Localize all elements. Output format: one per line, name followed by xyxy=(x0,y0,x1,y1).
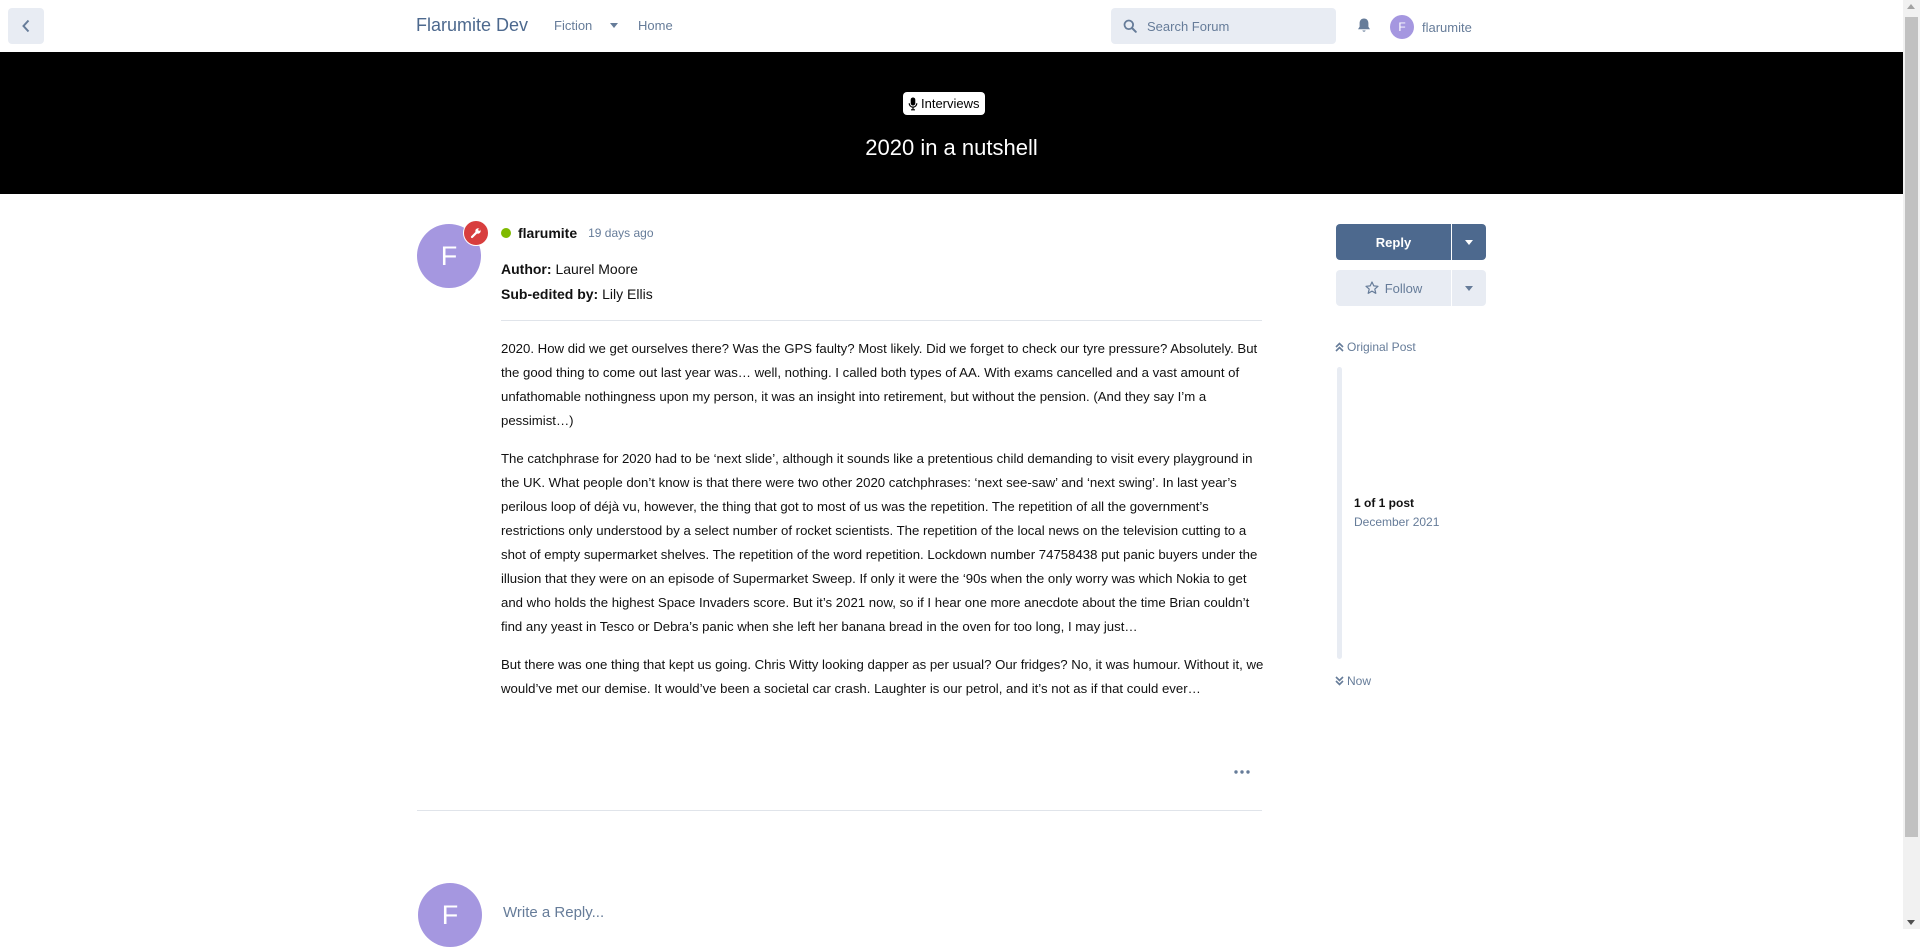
subeditor-line: Sub-edited by: Lily Ellis xyxy=(501,286,653,302)
follow-dropdown-button[interactable] xyxy=(1452,270,1486,306)
search-box[interactable] xyxy=(1111,8,1336,44)
microphone-icon xyxy=(908,97,918,110)
scrubber-date: December 2021 xyxy=(1354,515,1440,529)
scroll-down-arrow-icon[interactable] xyxy=(1907,920,1915,925)
home-link[interactable]: Home xyxy=(638,18,673,33)
author-line: Author: Laurel Moore xyxy=(501,261,638,277)
subeditor-name: Lily Ellis xyxy=(602,286,653,302)
post-body: 2020. How did we get ourselves there? Wa… xyxy=(501,337,1265,715)
search-icon xyxy=(1123,19,1137,33)
reply-avatar: F xyxy=(418,883,482,947)
post-paragraph: The catchphrase for 2020 had to be ‘next… xyxy=(501,451,1258,634)
wrench-icon xyxy=(470,228,481,239)
discussion-hero: Interviews 2020 in a nutshell xyxy=(0,52,1903,194)
original-post-label: Original Post xyxy=(1347,340,1416,354)
now-label: Now xyxy=(1347,674,1372,688)
caret-down-icon xyxy=(1465,285,1473,291)
moderator-badge xyxy=(463,220,489,246)
scrubber-count: 1 of 1 post xyxy=(1354,496,1415,510)
follow-button-group: Follow xyxy=(1336,270,1486,306)
write-reply-placeholder[interactable]: Write a Reply... xyxy=(503,904,604,921)
search-input[interactable] xyxy=(1145,17,1319,35)
notifications-bell-icon[interactable] xyxy=(1356,17,1372,39)
tag-label[interactable]: Interviews xyxy=(903,92,985,115)
tag-name: Interviews xyxy=(921,96,980,111)
username: flarumite xyxy=(1422,19,1472,35)
author-label: Author: xyxy=(501,261,552,277)
follow-label: Follow xyxy=(1384,280,1423,296)
divider xyxy=(501,320,1262,321)
fiction-dropdown-label: Fiction xyxy=(554,18,593,33)
page-scrollbar[interactable] xyxy=(1903,0,1920,929)
star-outline-icon xyxy=(1365,281,1379,294)
avatar: F xyxy=(1390,15,1414,39)
online-status-icon xyxy=(501,228,511,238)
double-chevron-down-icon xyxy=(1335,676,1344,686)
double-chevron-up-icon xyxy=(1335,342,1344,352)
original-post-link[interactable]: Original Post xyxy=(1335,340,1416,354)
post-more-options-icon[interactable] xyxy=(1233,763,1251,781)
discussion-title: 2020 in a nutshell xyxy=(865,135,1038,160)
user-menu[interactable]: F flarumite xyxy=(1390,15,1472,39)
caret-down-icon xyxy=(610,23,619,28)
follow-button[interactable]: Follow xyxy=(1336,270,1451,306)
reply-button[interactable]: Reply xyxy=(1336,224,1451,260)
scroll-up-arrow-icon[interactable] xyxy=(1907,4,1915,9)
site-title[interactable]: Flarumite Dev xyxy=(416,15,528,36)
subeditor-label: Sub-edited by: xyxy=(501,286,599,302)
post-header: flarumite 19 days ago xyxy=(501,225,654,241)
scrubber-track[interactable] xyxy=(1337,367,1342,659)
author-name: Laurel Moore xyxy=(555,261,638,277)
now-link[interactable]: Now xyxy=(1335,674,1371,688)
post-paragraph: 2020. How did we get ourselves there? Wa… xyxy=(501,341,1258,428)
reply-button-group: Reply xyxy=(1336,224,1486,260)
post-username[interactable]: flarumite xyxy=(518,225,577,241)
chevron-left-icon xyxy=(22,19,30,33)
scrubber-position: 1 of 1 post December 2021 xyxy=(1354,496,1439,529)
reply-dropdown-button[interactable] xyxy=(1452,224,1486,260)
scrollbar-thumb[interactable] xyxy=(1905,17,1918,837)
post-time[interactable]: 19 days ago xyxy=(588,226,653,240)
caret-down-icon xyxy=(1465,239,1473,245)
site-header: Flarumite Dev Fiction Home F flarumite xyxy=(0,0,1903,53)
post-paragraph: But there was one thing that kept us goi… xyxy=(501,657,1264,696)
back-button[interactable] xyxy=(8,8,44,44)
fiction-dropdown[interactable]: Fiction xyxy=(554,18,619,33)
divider xyxy=(417,810,1262,811)
